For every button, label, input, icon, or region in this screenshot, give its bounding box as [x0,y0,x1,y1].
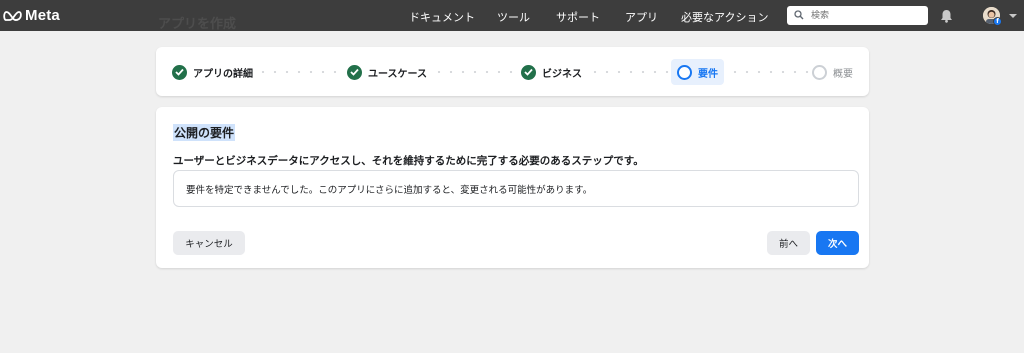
current-step-circle-icon [677,64,692,80]
section-title: 公開の要件 [173,124,236,141]
step-label: ビジネス [542,68,582,80]
meta-infinity-icon [3,10,22,21]
nav-item-required-actions[interactable]: 必要なアクション [681,9,768,25]
section-description: ユーザーとビジネスデータにアクセスし、それを維持するために完了する必要のあるステ… [173,155,644,167]
step-summary[interactable]: 概要 [812,63,853,81]
bell-icon[interactable] [940,9,953,23]
step-label: 概要 [833,68,853,80]
logo-text: Meta [25,7,60,24]
step-label: アプリの詳細 [193,68,253,80]
search-input[interactable] [811,8,921,23]
page-title-background: アプリを作成 [158,17,237,32]
upcoming-step-circle-icon [812,64,827,80]
step-connector [729,71,809,73]
search-icon [794,10,804,20]
step-requirements[interactable]: 要件 [671,59,724,85]
meta-logo[interactable]: Meta [3,7,60,24]
step-label: 要件 [698,68,718,80]
notice-text: 要件を特定できませんでした。このアプリにさらに追加すると、変更される可能性があり… [186,185,593,196]
facebook-badge-icon: f [993,17,1002,26]
chevron-down-icon[interactable] [1009,14,1017,18]
nav-item-documents[interactable]: ドキュメント [409,9,475,25]
step-label: ユースケース [368,68,427,80]
cancel-button[interactable]: キャンセル [173,231,245,255]
nav-item-support[interactable]: サポート [556,9,600,25]
progress-stepper: アプリの詳細 ユースケース ビジネス 要件 概要 [156,47,869,96]
requirements-panel: 公開の要件 ユーザーとビジネスデータにアクセスし、それを維持するために完了する必… [156,107,869,268]
step-connector [589,71,669,73]
nav-item-apps[interactable]: アプリ [625,9,658,25]
search-box[interactable] [787,6,928,25]
next-button[interactable]: 次へ [816,231,859,255]
step-use-cases[interactable]: ユースケース [347,63,427,81]
step-business[interactable]: ビジネス [521,63,582,81]
checkmark-icon [172,64,187,80]
checkmark-icon [347,64,362,80]
step-connector [433,71,517,73]
nav-item-tools[interactable]: ツール [497,9,530,25]
step-connector [257,71,343,73]
previous-button[interactable]: 前へ [767,231,810,255]
top-navigation-bar: Meta ドキュメント ツール サポート アプリ 必要なアクション f [0,0,1024,31]
step-app-details[interactable]: アプリの詳細 [172,63,253,81]
checkmark-icon [521,64,536,80]
requirements-notice: 要件を特定できませんでした。このアプリにさらに追加すると、変更される可能性があり… [173,170,859,207]
